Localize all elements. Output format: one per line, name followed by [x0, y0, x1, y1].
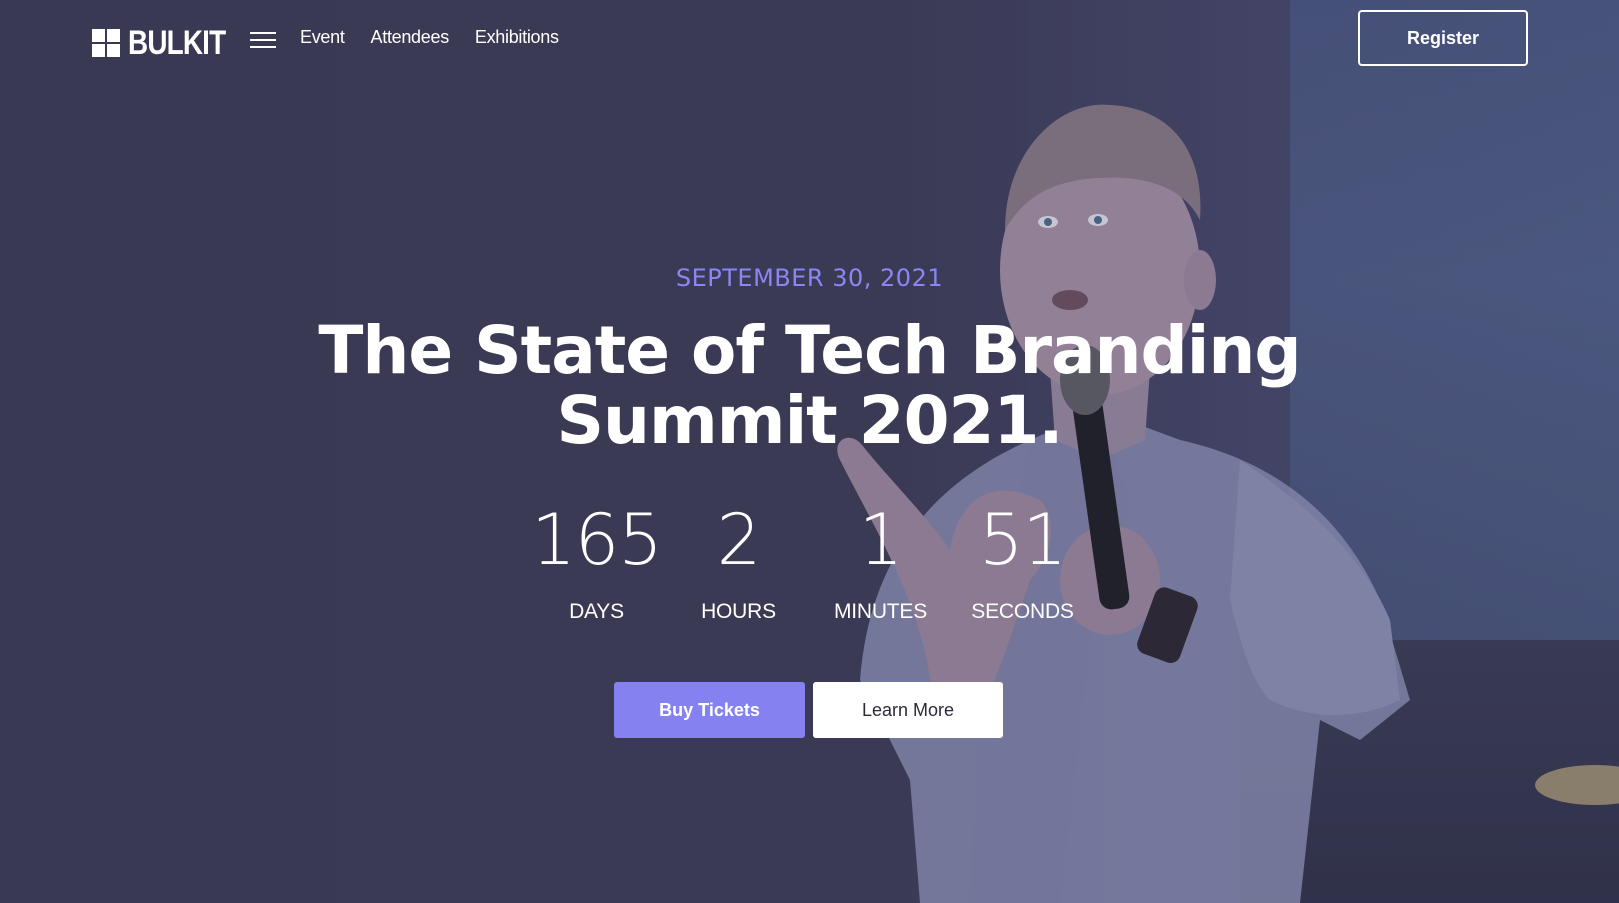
nav-links: Event Attendees Exhibitions	[300, 27, 559, 48]
countdown-minutes-label: MINUTES	[833, 600, 928, 623]
hero-title: The State of Tech Branding Summit 2021.	[318, 312, 1301, 459]
countdown-hours: 2 HOURS	[668, 500, 810, 624]
nav-link-attendees[interactable]: Attendees	[371, 27, 450, 48]
register-button[interactable]: Register	[1358, 10, 1528, 66]
countdown-days: 165 DAYS	[526, 500, 668, 624]
countdown-days-value: 165	[531, 499, 663, 581]
countdown-timer: 165 DAYS 2 HOURS 1 MINUTES 51 SECONDS	[0, 500, 1619, 624]
brand-logo[interactable]: BULKIT	[92, 26, 247, 60]
event-date: SEPTEMBER 30, 2021	[675, 264, 944, 292]
countdown-seconds-label: SECONDS	[971, 600, 1074, 623]
countdown-days-label: DAYS	[569, 600, 624, 623]
hero-buttons: Buy Tickets Learn More	[614, 682, 1003, 738]
countdown-hours-value: 2	[716, 499, 762, 581]
nav-link-event[interactable]: Event	[300, 27, 345, 48]
navbar: BULKIT Event Attendees Exhibitions Regis…	[0, 0, 1619, 80]
countdown-hours-label: HOURS	[701, 600, 776, 623]
countdown-seconds-value: 51	[978, 499, 1067, 581]
nav-link-exhibitions[interactable]: Exhibitions	[475, 27, 559, 48]
buy-tickets-button[interactable]: Buy Tickets	[614, 682, 805, 738]
learn-more-button[interactable]: Learn More	[813, 682, 1003, 738]
countdown-minutes-value: 1	[858, 499, 904, 581]
countdown-minutes: 1 MINUTES	[810, 500, 952, 624]
four-squares-logo-icon	[92, 29, 120, 57]
brand-name: BULKIT	[128, 24, 226, 62]
hamburger-menu-icon[interactable]	[250, 30, 276, 50]
hero-section: BULKIT Event Attendees Exhibitions Regis…	[0, 0, 1619, 903]
countdown-seconds: 51 SECONDS	[952, 500, 1094, 624]
